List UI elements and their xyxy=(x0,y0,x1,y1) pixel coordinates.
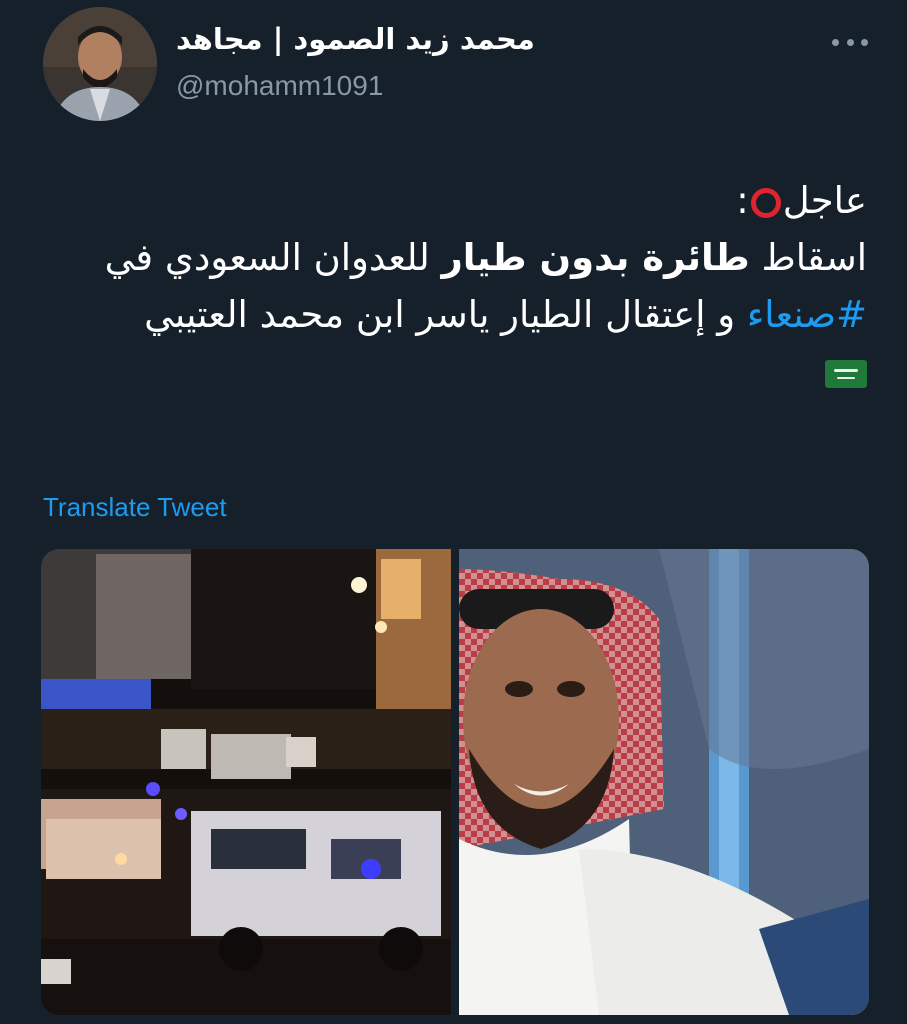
night-street-image xyxy=(41,549,451,1015)
translate-tweet-link[interactable]: Translate Tweet xyxy=(43,492,227,523)
tweet-text: عاجل: اسقاط طائرة بدون طيار للعدوان السع… xyxy=(37,172,867,400)
hashtag-link[interactable]: #صنعاء xyxy=(747,293,867,336)
tweet-line-4 xyxy=(37,343,867,400)
tweet-line-3: #صنعاء و إعتقال الطيار ياسر ابن محمد الع… xyxy=(37,286,867,343)
tweet-colon: : xyxy=(736,179,749,222)
media-photo-night-street[interactable] xyxy=(41,549,451,1015)
red-circle-icon xyxy=(750,187,781,218)
tweet-line-3-suffix: و إعتقال الطيار ياسر ابن محمد العتيبي xyxy=(144,293,747,336)
author-avatar[interactable] xyxy=(43,7,157,121)
tweet-line-2-prefix: اسقاط xyxy=(749,236,867,279)
more-dot-icon xyxy=(832,38,839,46)
saudi-flag-icon xyxy=(825,359,867,388)
avatar-image xyxy=(43,7,157,121)
author-handle[interactable]: @mohamm1091 xyxy=(176,70,383,102)
tweet-line-1: عاجل: xyxy=(37,172,867,229)
portrait-image xyxy=(459,549,869,1015)
tweet-card[interactable]: محمد زيد الصمود | مجاهد @mohamm1091 عاجل… xyxy=(0,0,907,1024)
tweet-bold-phrase: طائرة بدون طيار xyxy=(441,236,750,279)
author-name[interactable]: محمد زيد الصمود | مجاهد xyxy=(176,22,535,56)
more-dot-icon xyxy=(861,38,868,46)
media-grid xyxy=(41,549,869,1015)
more-dot-icon xyxy=(846,38,854,46)
tweet-urgent-label: عاجل xyxy=(782,179,867,222)
media-photo-portrait[interactable] xyxy=(459,549,869,1015)
tweet-line-2-suffix: للعدوان السعودي في xyxy=(104,236,442,279)
more-options-button[interactable] xyxy=(832,30,868,54)
tweet-line-2: اسقاط طائرة بدون طيار للعدوان السعودي في xyxy=(37,229,867,286)
